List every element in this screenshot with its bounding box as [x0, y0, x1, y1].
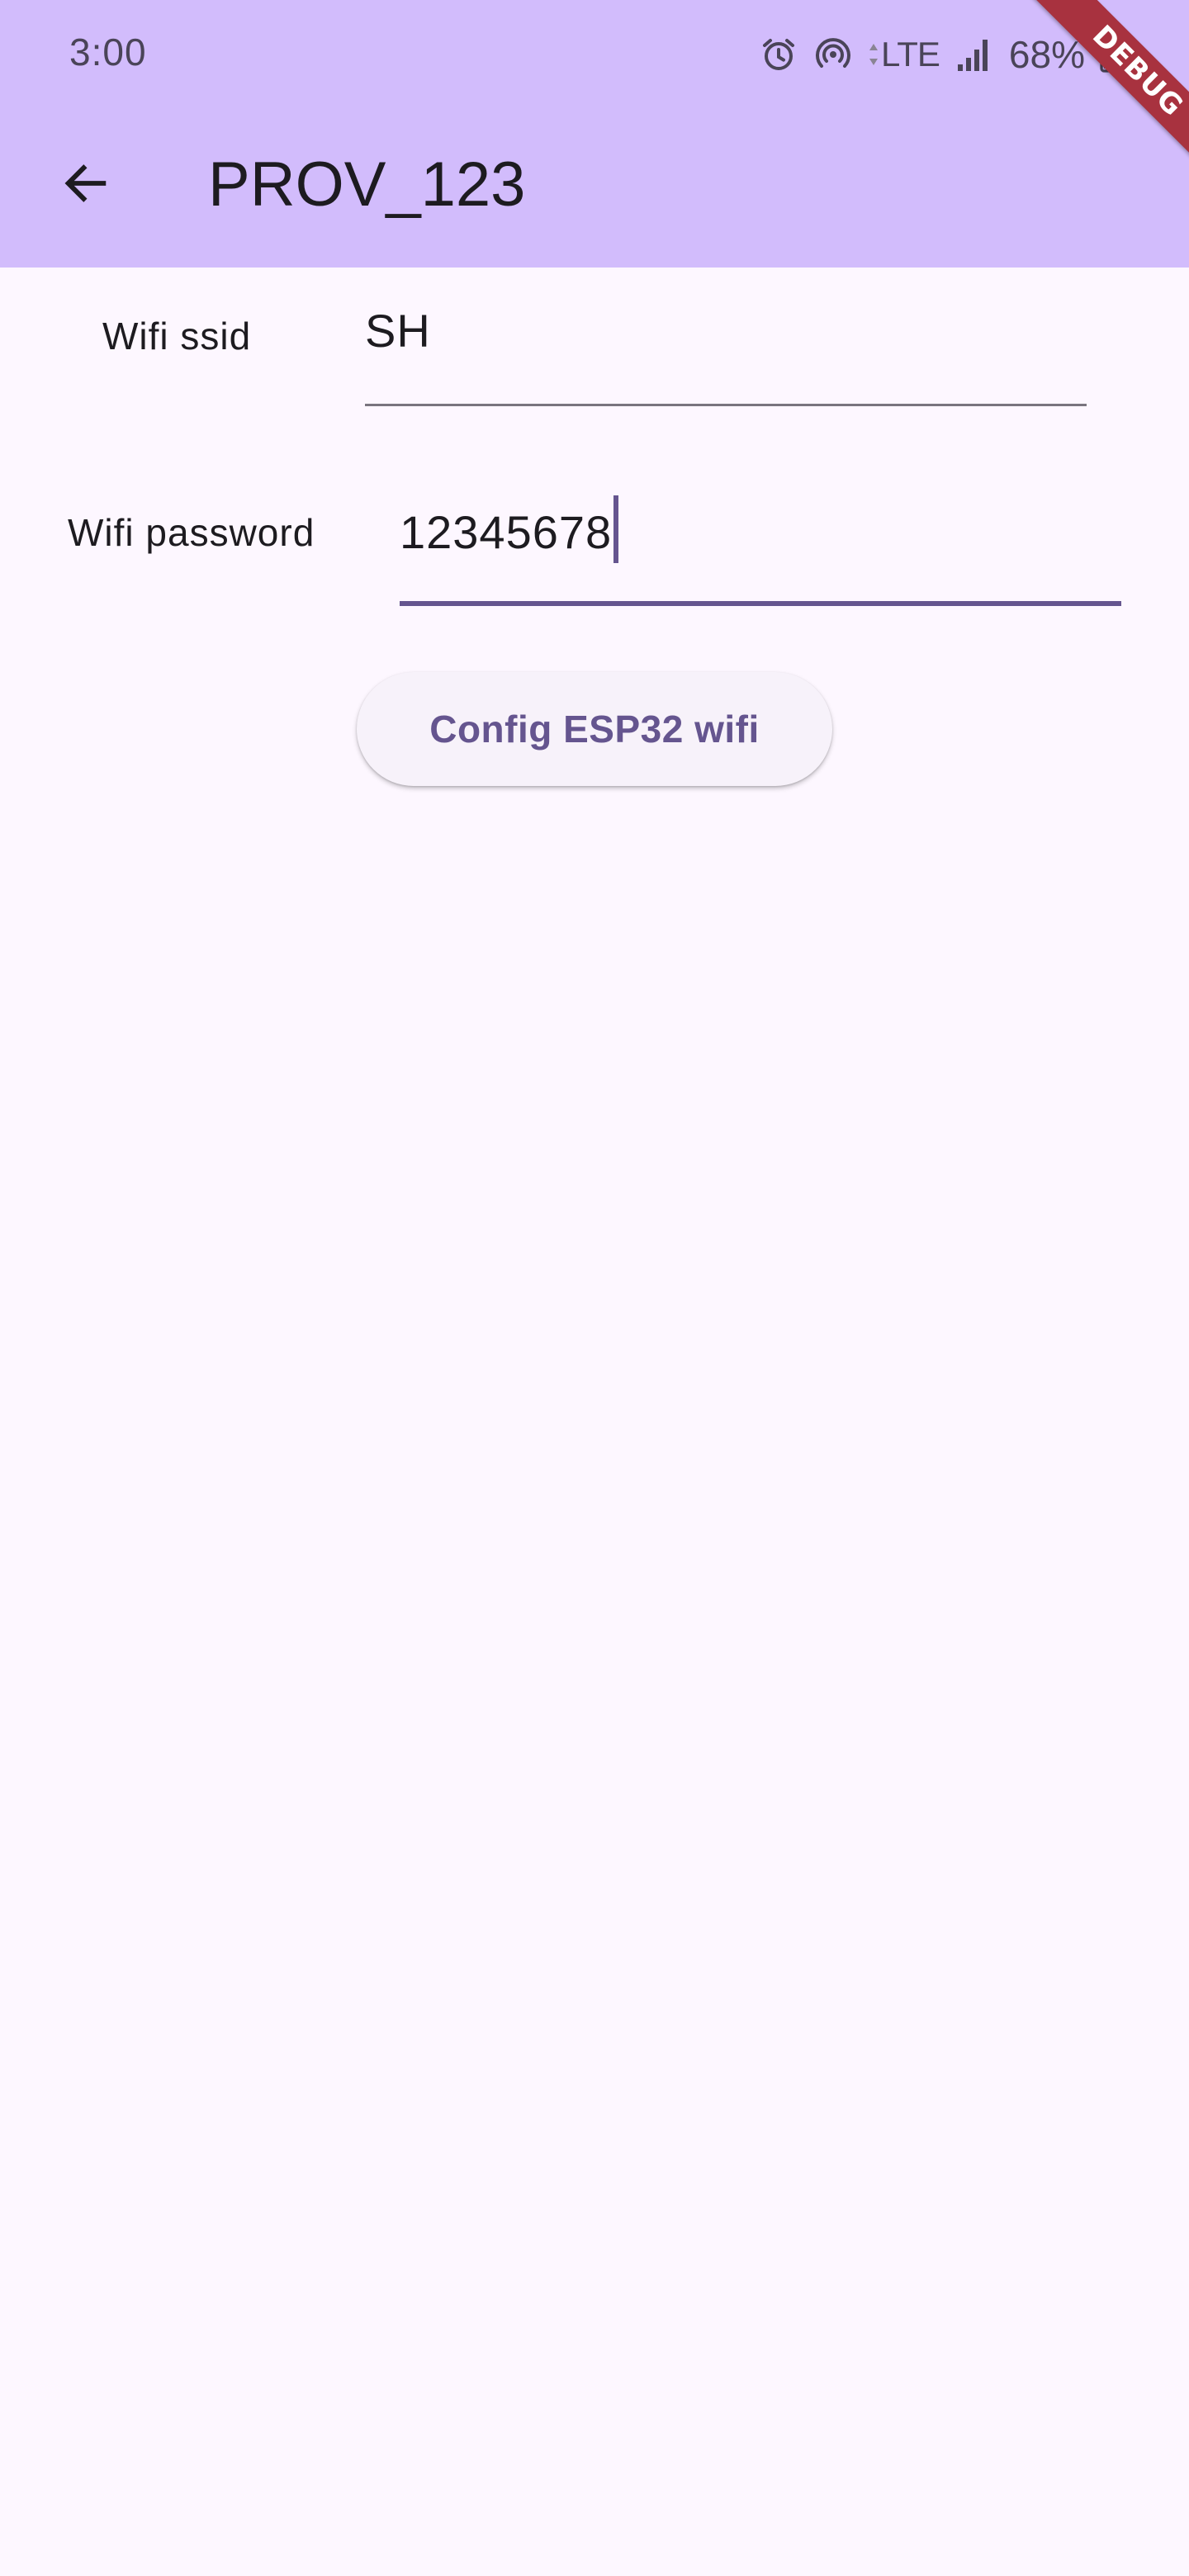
password-field[interactable]: 12345678 [400, 495, 1121, 606]
lte-icon: LTE [868, 35, 940, 74]
config-wifi-button[interactable]: Config ESP32 wifi [357, 672, 832, 786]
battery-percent: 68% [1008, 33, 1085, 76]
ssid-value: SH [365, 305, 431, 357]
ssid-underline [365, 404, 1087, 406]
alarm-icon [759, 35, 798, 74]
text-cursor [613, 495, 619, 563]
ssid-label: Wifi ssid [102, 315, 252, 358]
status-icons: LTE 68% [759, 30, 1120, 79]
lte-label: LTE [881, 35, 940, 73]
ssid-field[interactable]: SH [365, 302, 1087, 406]
password-underline [400, 601, 1121, 606]
back-button[interactable] [46, 145, 126, 225]
hotspot-icon [813, 35, 853, 74]
password-value: 12345678 [400, 506, 613, 558]
password-label: Wifi password [68, 511, 315, 554]
signal-icon [955, 35, 994, 74]
page-title: PROV_123 [208, 149, 526, 220]
arrow-back-icon [59, 157, 112, 214]
status-time: 3:00 [69, 31, 147, 73]
app-bar: 3:00 LTE 68% PROV_123 [0, 0, 1189, 268]
